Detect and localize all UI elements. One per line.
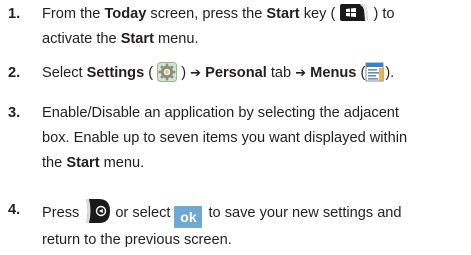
instruction-steps: 1. From the Today screen, press the Star… [0, 0, 471, 255]
text-run: menu. [153, 31, 199, 47]
step-number: 2. [8, 65, 21, 81]
windows-start-key-icon [339, 3, 369, 22]
step-line: activate the Start menu. [42, 27, 467, 52]
text-run: Press [42, 205, 80, 221]
step-line: box. Enable up to seven items you want d… [42, 130, 408, 146]
text-run: menu. [99, 155, 145, 171]
bold-term: Start [266, 6, 300, 22]
ok-softkey-icon: ok [174, 206, 203, 228]
step-line: Press or select ok to save your new setting… [42, 198, 467, 228]
step-line: the Start menu. [42, 151, 467, 176]
bold-term: Menus [310, 65, 357, 81]
step-text: Enable/Disable an application by selecti… [42, 101, 467, 176]
text-run: tab [266, 65, 296, 81]
text-run: Select [42, 65, 87, 81]
text-run: the [42, 155, 67, 171]
text-run: to save your new settings and [208, 205, 402, 221]
text-run: From the [42, 6, 105, 22]
step-line: Enable/Disable an application by selecti… [42, 105, 399, 121]
step-number: 4. [8, 202, 21, 218]
text-run: key ( [299, 6, 340, 22]
step-text: Select Settings ( ) ➔ Personal tab ➔ Men… [42, 61, 467, 86]
text-run: ) [177, 65, 191, 81]
bold-term: Personal [205, 65, 267, 81]
text-run: activate the [42, 31, 121, 47]
step-number: 1. [8, 6, 21, 22]
text-run: ) to [369, 6, 395, 22]
text-run: or select [115, 205, 171, 221]
step-line: return to the previous screen. [42, 232, 232, 248]
settings-gear-icon [157, 62, 178, 82]
arrow-icon: ➔ [295, 66, 307, 81]
bold-term: Start [120, 31, 154, 47]
text-run: ( [144, 65, 158, 81]
text-run: ( [356, 65, 366, 81]
bold-term: Settings [86, 65, 145, 81]
text-run: ). [385, 65, 395, 81]
back-key-icon [85, 198, 111, 224]
ok-softkey-label: ok [174, 206, 203, 228]
step-text: From the Today screen, press the Start k… [42, 2, 467, 52]
step-line: From the Today screen, press the Start k… [42, 2, 467, 27]
arrow-icon: ➔ [190, 66, 202, 81]
step-text: Press or select ok to save your new setting… [42, 198, 467, 253]
step-number: 3. [8, 105, 21, 121]
text-run: screen, press the [146, 6, 267, 22]
bold-term: Start [66, 155, 100, 171]
bold-term: Today [104, 6, 147, 22]
menus-window-icon [365, 62, 385, 82]
step-line: Select Settings ( ) ➔ Personal tab ➔ Men… [42, 61, 467, 86]
